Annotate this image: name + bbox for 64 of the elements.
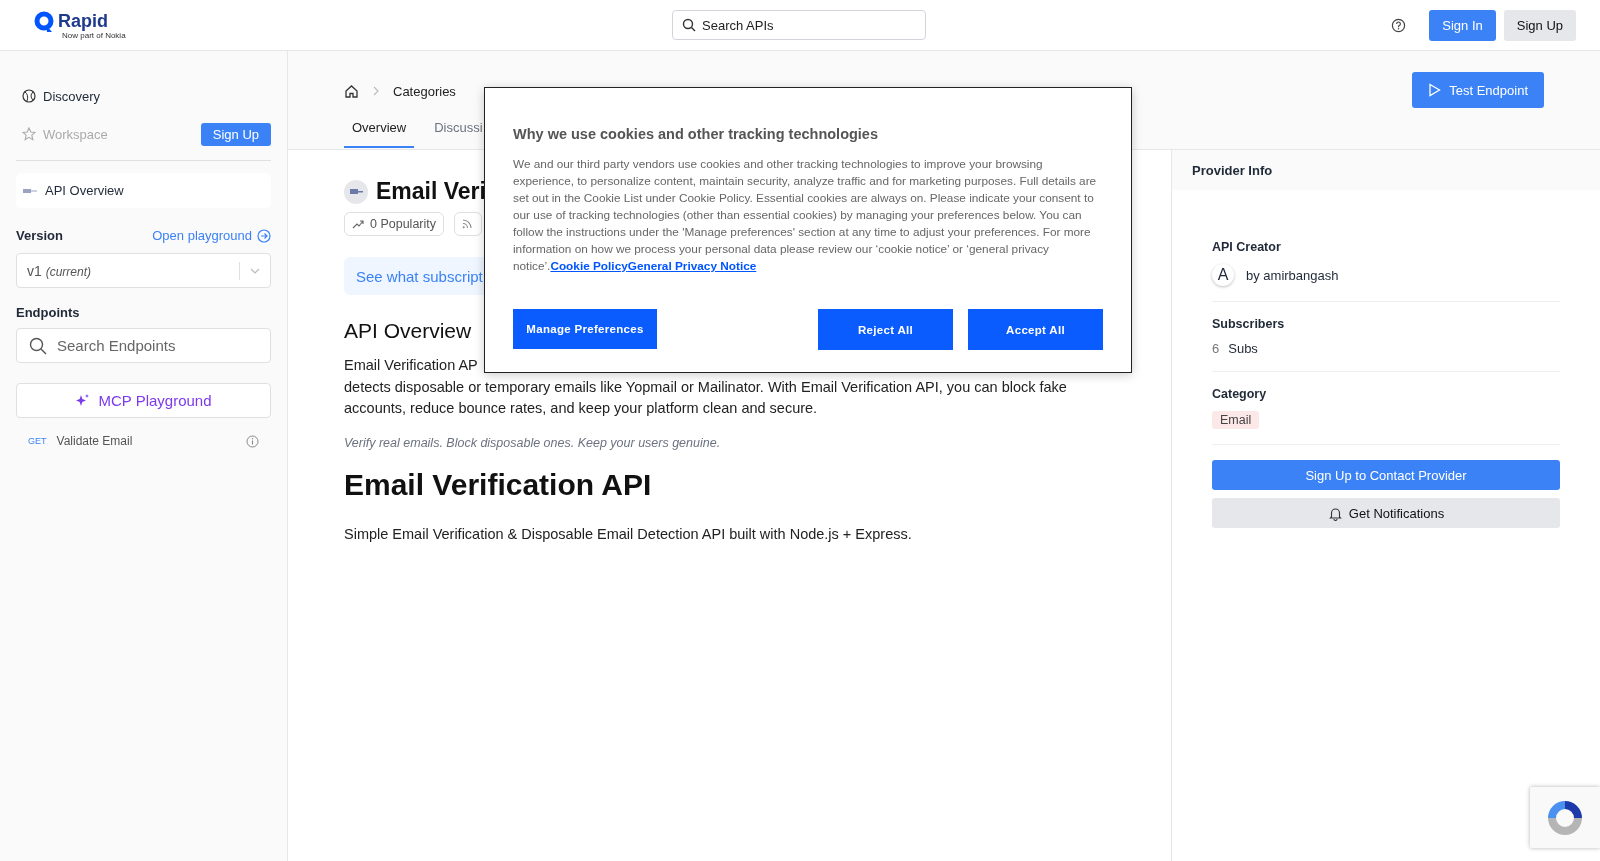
endpoint-search-input[interactable]: Search Endpoints (57, 329, 258, 362)
tab[interactable]: Overview (344, 112, 415, 148)
nav-item[interactable]: Discovery (16, 88, 101, 104)
subscribers-unit: Subs (1228, 341, 1258, 356)
play-icon (1428, 83, 1442, 97)
search-icon (29, 336, 47, 355)
api-overview-item[interactable]: API Overview (16, 173, 271, 208)
endpoint-name: Validate Email (56, 434, 134, 448)
rss-icon (462, 219, 472, 229)
open-playground-link[interactable]: Open playground (152, 228, 271, 243)
breadcrumb-link[interactable]: Categories (393, 83, 456, 99)
chevron-down-icon (250, 267, 260, 274)
reject-all-button[interactable]: Reject All (818, 309, 953, 350)
accept-all-button[interactable]: Accept All (968, 309, 1103, 350)
endpoint-item[interactable]: GET Validate Email (16, 434, 271, 448)
category-label: Category (1212, 387, 1267, 401)
popularity-chip: 0 Popularity (344, 212, 444, 236)
description-text: detects disposable or temporary emails like Yopmail or Mailinator. With Email Verification API, you can block fake accounts, reduce bounce rates, and keep your platform clean and secure. (344, 377, 1068, 418)
logo-icon (34, 10, 54, 33)
mcp-playground-button[interactable]: MCP Playground (16, 383, 271, 418)
sign-in-button[interactable]: Sign In (1429, 9, 1496, 41)
dialog-title: Why we use cookies and other tracking technologies (513, 126, 879, 142)
logo-name: Rapid (58, 10, 109, 31)
api-title: Email Veri (376, 178, 486, 205)
privacy-notice-link[interactable]: General Privacy Notice (627, 259, 757, 273)
contact-provider-button[interactable]: Sign Up to Contact Provider (1212, 460, 1560, 490)
api-logo-icon (344, 179, 368, 204)
endpoint-search-field[interactable]: Search Endpoints (16, 328, 271, 363)
category-tag[interactable]: Email (1212, 411, 1260, 429)
trend-icon (352, 219, 364, 229)
subscribers-label: Subscribers (1212, 317, 1285, 331)
search-icon (682, 18, 696, 32)
notifications-button[interactable]: Get Notifications (1212, 498, 1560, 528)
search-field[interactable]: Search APIs (672, 10, 926, 40)
recaptcha-badge[interactable] (1530, 787, 1600, 848)
version-label: Version (16, 228, 63, 243)
help-icon[interactable] (1391, 17, 1407, 33)
description-line: Email Verification AP (344, 356, 478, 375)
api-logo-icon (23, 187, 37, 194)
search-input[interactable]: Search APIs (702, 11, 916, 39)
sign-up-button[interactable]: Sign Up (1503, 9, 1576, 41)
star-icon (22, 127, 36, 141)
summary-text: Simple Email Verification & Disposable Email Detection API built with Node.js + Express. (344, 525, 913, 542)
tab[interactable]: Discussi (426, 112, 491, 148)
globe-icon (22, 89, 36, 103)
subscribers-count: 6 (1212, 341, 1220, 356)
section-heading: API Overview (344, 319, 472, 343)
test-endpoint-button[interactable]: Test Endpoint (1412, 72, 1544, 108)
endpoints-label: Endpoints (16, 305, 81, 320)
tagline-text: Verify real emails. Block disposable ones. Keep your users genuine. (344, 435, 722, 450)
api-heading: Email Verification API (344, 467, 653, 502)
creator-name[interactable]: by amirbangash (1246, 267, 1339, 283)
cookie-policy-link[interactable]: Cookie Policy (550, 259, 628, 273)
logo-tagline: Now part of Nokia (62, 30, 126, 40)
arrow-circle-icon (257, 228, 271, 243)
method-label: GET (28, 436, 47, 446)
chevron-right-icon (373, 86, 379, 96)
version-select[interactable]: v1 (current) (16, 253, 271, 288)
bell-icon (1327, 505, 1343, 521)
manage-preferences-button[interactable]: Manage Preferences (513, 309, 657, 349)
creator-label: API Creator (1212, 240, 1281, 254)
sign-up-button[interactable]: Sign Up (200, 122, 271, 146)
home-icon[interactable] (344, 83, 359, 99)
provider-header: Provider Info (1172, 150, 1600, 190)
